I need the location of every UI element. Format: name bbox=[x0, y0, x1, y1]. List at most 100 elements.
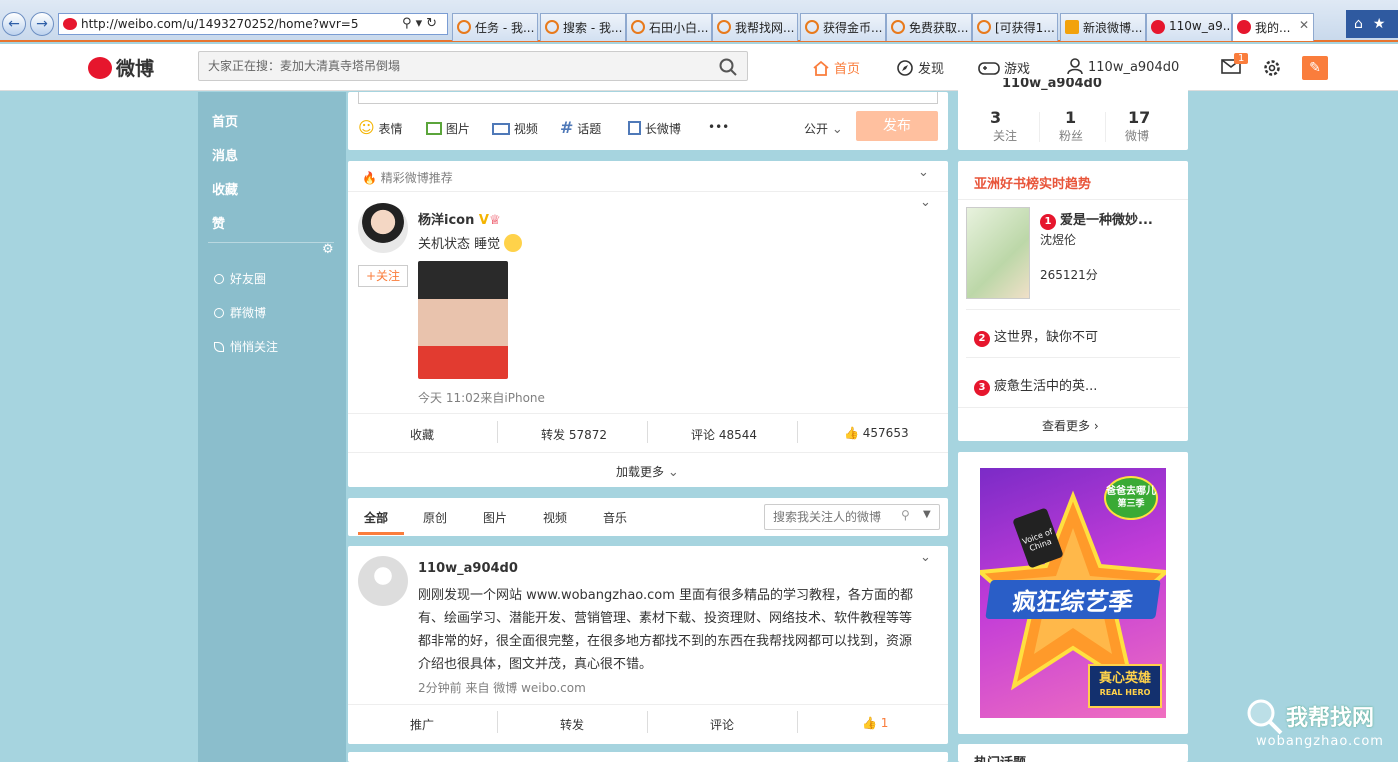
message-badge: 1 bbox=[1234, 53, 1249, 64]
home-star-icon[interactable]: ⌂★ bbox=[1346, 10, 1398, 38]
load-more-button[interactable]: 加载更多 ⌄ bbox=[616, 463, 679, 480]
post-menu-icon[interactable]: ⌄ bbox=[920, 550, 931, 565]
book-2[interactable]: 2 这世界，缺你不可 bbox=[974, 326, 1098, 347]
chevron-down-icon: ⌄ bbox=[667, 465, 679, 480]
browser-tab[interactable]: 我帮找网... bbox=[712, 13, 798, 41]
browser-tab[interactable]: 获得金币... bbox=[800, 13, 886, 41]
leftnav-messages[interactable]: 消息 bbox=[212, 145, 238, 164]
nav-discover[interactable]: 发现 bbox=[896, 58, 944, 77]
post-author[interactable]: 110w_a904d0 bbox=[418, 561, 518, 576]
dad-where-badge: 爸爸去哪儿 第三季 bbox=[1104, 476, 1158, 520]
variety-show-ad[interactable]: 爸爸去哪儿 第三季 Voice of China 疯狂综艺季 真心英雄 REAL H… bbox=[980, 468, 1166, 718]
repost-action[interactable]: 转发 bbox=[560, 716, 584, 733]
close-tab-icon[interactable]: ✕ bbox=[1299, 18, 1309, 32]
promote-action[interactable]: 推广 bbox=[410, 716, 434, 733]
active-tab-underline bbox=[358, 532, 404, 535]
weibo-logo[interactable]: 微博 bbox=[88, 54, 154, 81]
left-nav: 首页 消息 收藏 赞 ⚙ 好友圈 群微博 悄悄关注 bbox=[198, 92, 346, 762]
nav-home[interactable]: 首页 bbox=[812, 58, 860, 77]
stat-fans-num[interactable]: 1 bbox=[1065, 108, 1076, 127]
composer-image[interactable]: 图片 bbox=[426, 120, 470, 137]
separator bbox=[497, 421, 498, 443]
composer-emoji[interactable]: ☺ 表情 bbox=[358, 118, 403, 137]
gamepad-icon bbox=[978, 62, 1000, 75]
browser-tab[interactable]: 110w_a9... bbox=[1146, 13, 1232, 41]
address-bar[interactable]: http://weibo.com/u/1493270252/home?wvr=5… bbox=[58, 13, 448, 35]
post-time[interactable]: 今天 11:02来自iPhone bbox=[418, 389, 545, 406]
composer-more-icon[interactable]: ••• bbox=[708, 120, 729, 134]
comment-action[interactable]: 评论 bbox=[710, 716, 734, 733]
leftnav-friends-circle[interactable]: 好友圈 bbox=[214, 270, 266, 287]
leftnav-group-weibo[interactable]: 群微博 bbox=[214, 304, 266, 321]
tab-label: 我帮找网... bbox=[735, 21, 795, 35]
tab-label: [可获得1... bbox=[995, 21, 1055, 35]
visibility-select[interactable]: 公开 ⌄ bbox=[804, 120, 843, 137]
browser-tab[interactable]: 搜索 - 我... bbox=[540, 13, 626, 41]
view-more-link[interactable]: 查看更多 › bbox=[1042, 417, 1099, 434]
post-menu-icon[interactable]: ⌄ bbox=[920, 195, 931, 210]
filter-tab-videos[interactable]: 视频 bbox=[543, 509, 567, 526]
book-1-title[interactable]: 1 爱是一种微妙... bbox=[1040, 209, 1153, 230]
browser-tab-active[interactable]: 我的... ✕ bbox=[1232, 13, 1314, 41]
stat-following-num[interactable]: 3 bbox=[990, 108, 1001, 127]
stat-posts-num[interactable]: 17 bbox=[1128, 108, 1150, 127]
recommend-header-label: 精彩微博推荐 bbox=[380, 171, 453, 185]
hot-topics-title[interactable]: 热门话题 bbox=[974, 752, 1026, 762]
forward-button[interactable]: → bbox=[30, 12, 54, 36]
browser-tab[interactable]: [可获得1... bbox=[972, 13, 1058, 41]
composer-textarea[interactable] bbox=[358, 92, 938, 104]
feed-search-input[interactable] bbox=[765, 505, 895, 529]
search-icon[interactable]: ⚲ bbox=[901, 508, 910, 522]
book-cover[interactable] bbox=[966, 207, 1030, 299]
compose-button[interactable]: ✎ bbox=[1302, 56, 1328, 80]
leftnav-likes[interactable]: 赞 bbox=[212, 213, 225, 232]
leftnav-home[interactable]: 首页 bbox=[212, 111, 238, 130]
filter-tab-images[interactable]: 图片 bbox=[483, 509, 507, 526]
tool-label: 视频 bbox=[513, 122, 538, 136]
nav-user[interactable]: 110w_a904d0 bbox=[1066, 58, 1179, 75]
search-input[interactable] bbox=[199, 52, 709, 80]
profile-name[interactable]: 110w_a904d0 bbox=[1002, 78, 1102, 90]
browser-tab[interactable]: 任务 - 我... bbox=[452, 13, 538, 41]
book-rank-title[interactable]: 亚洲好书榜实时趋势 bbox=[974, 173, 1091, 192]
composer-video[interactable]: 视频 bbox=[492, 120, 538, 137]
back-button[interactable]: ← bbox=[2, 12, 26, 36]
like-action[interactable]: 👍 1 bbox=[862, 716, 888, 730]
ad-headline: 疯狂综艺季 bbox=[985, 580, 1161, 619]
nav-game[interactable]: 游戏 bbox=[978, 58, 1030, 77]
like-action[interactable]: 👍 457653 bbox=[844, 426, 909, 440]
separator bbox=[647, 421, 648, 443]
book-3[interactable]: 3 疲惫生活中的英... bbox=[974, 375, 1097, 396]
user-avatar[interactable] bbox=[358, 556, 408, 606]
post-image[interactable] bbox=[418, 261, 508, 379]
favorite-action[interactable]: 收藏 bbox=[410, 426, 434, 443]
visibility-label: 公开 bbox=[804, 122, 829, 136]
browser-tab[interactable]: 新浪微博... bbox=[1060, 13, 1146, 41]
settings-gear-icon[interactable]: ⚙ bbox=[322, 242, 334, 257]
leftnav-secret-follow[interactable]: 悄悄关注 bbox=[214, 338, 278, 355]
browser-tab[interactable]: 石田小白... bbox=[626, 13, 712, 41]
gear-icon[interactable] bbox=[1262, 58, 1282, 78]
follow-button[interactable]: +关注 bbox=[358, 265, 408, 287]
filter-tab-music[interactable]: 音乐 bbox=[603, 509, 627, 526]
dropdown-arrow-icon[interactable]: ▼ bbox=[923, 509, 931, 520]
browser-tab[interactable]: 免费获取... bbox=[886, 13, 972, 41]
composer-longpost[interactable]: 长微博 bbox=[628, 120, 681, 137]
user-icon bbox=[1067, 58, 1083, 74]
search-icon[interactable] bbox=[719, 58, 737, 76]
comment-action[interactable]: 评论 48544 bbox=[691, 426, 757, 443]
author-name[interactable]: 杨洋icon V♕ bbox=[418, 209, 501, 228]
leftnav-favorites[interactable]: 收藏 bbox=[212, 179, 238, 198]
filter-tab-all[interactable]: 全部 bbox=[364, 509, 388, 526]
publish-button[interactable]: 发布 bbox=[856, 111, 938, 141]
load-more-label: 加载更多 bbox=[616, 465, 665, 479]
chevron-down-icon: ⌄ bbox=[831, 122, 843, 137]
repost-action[interactable]: 转发 57872 bbox=[541, 426, 607, 443]
search-refresh-icon[interactable]: ⚲▾↻ bbox=[402, 16, 441, 31]
post-time[interactable]: 2分钟前 来自 微博 weibo.com bbox=[418, 679, 586, 696]
composer-topic[interactable]: # 话题 bbox=[560, 118, 601, 137]
recommend-collapse-icon[interactable]: ⌄ bbox=[918, 165, 929, 180]
sleep-emoji-icon bbox=[504, 234, 523, 252]
filter-tab-original[interactable]: 原创 bbox=[423, 509, 447, 526]
author-avatar[interactable] bbox=[358, 203, 408, 253]
